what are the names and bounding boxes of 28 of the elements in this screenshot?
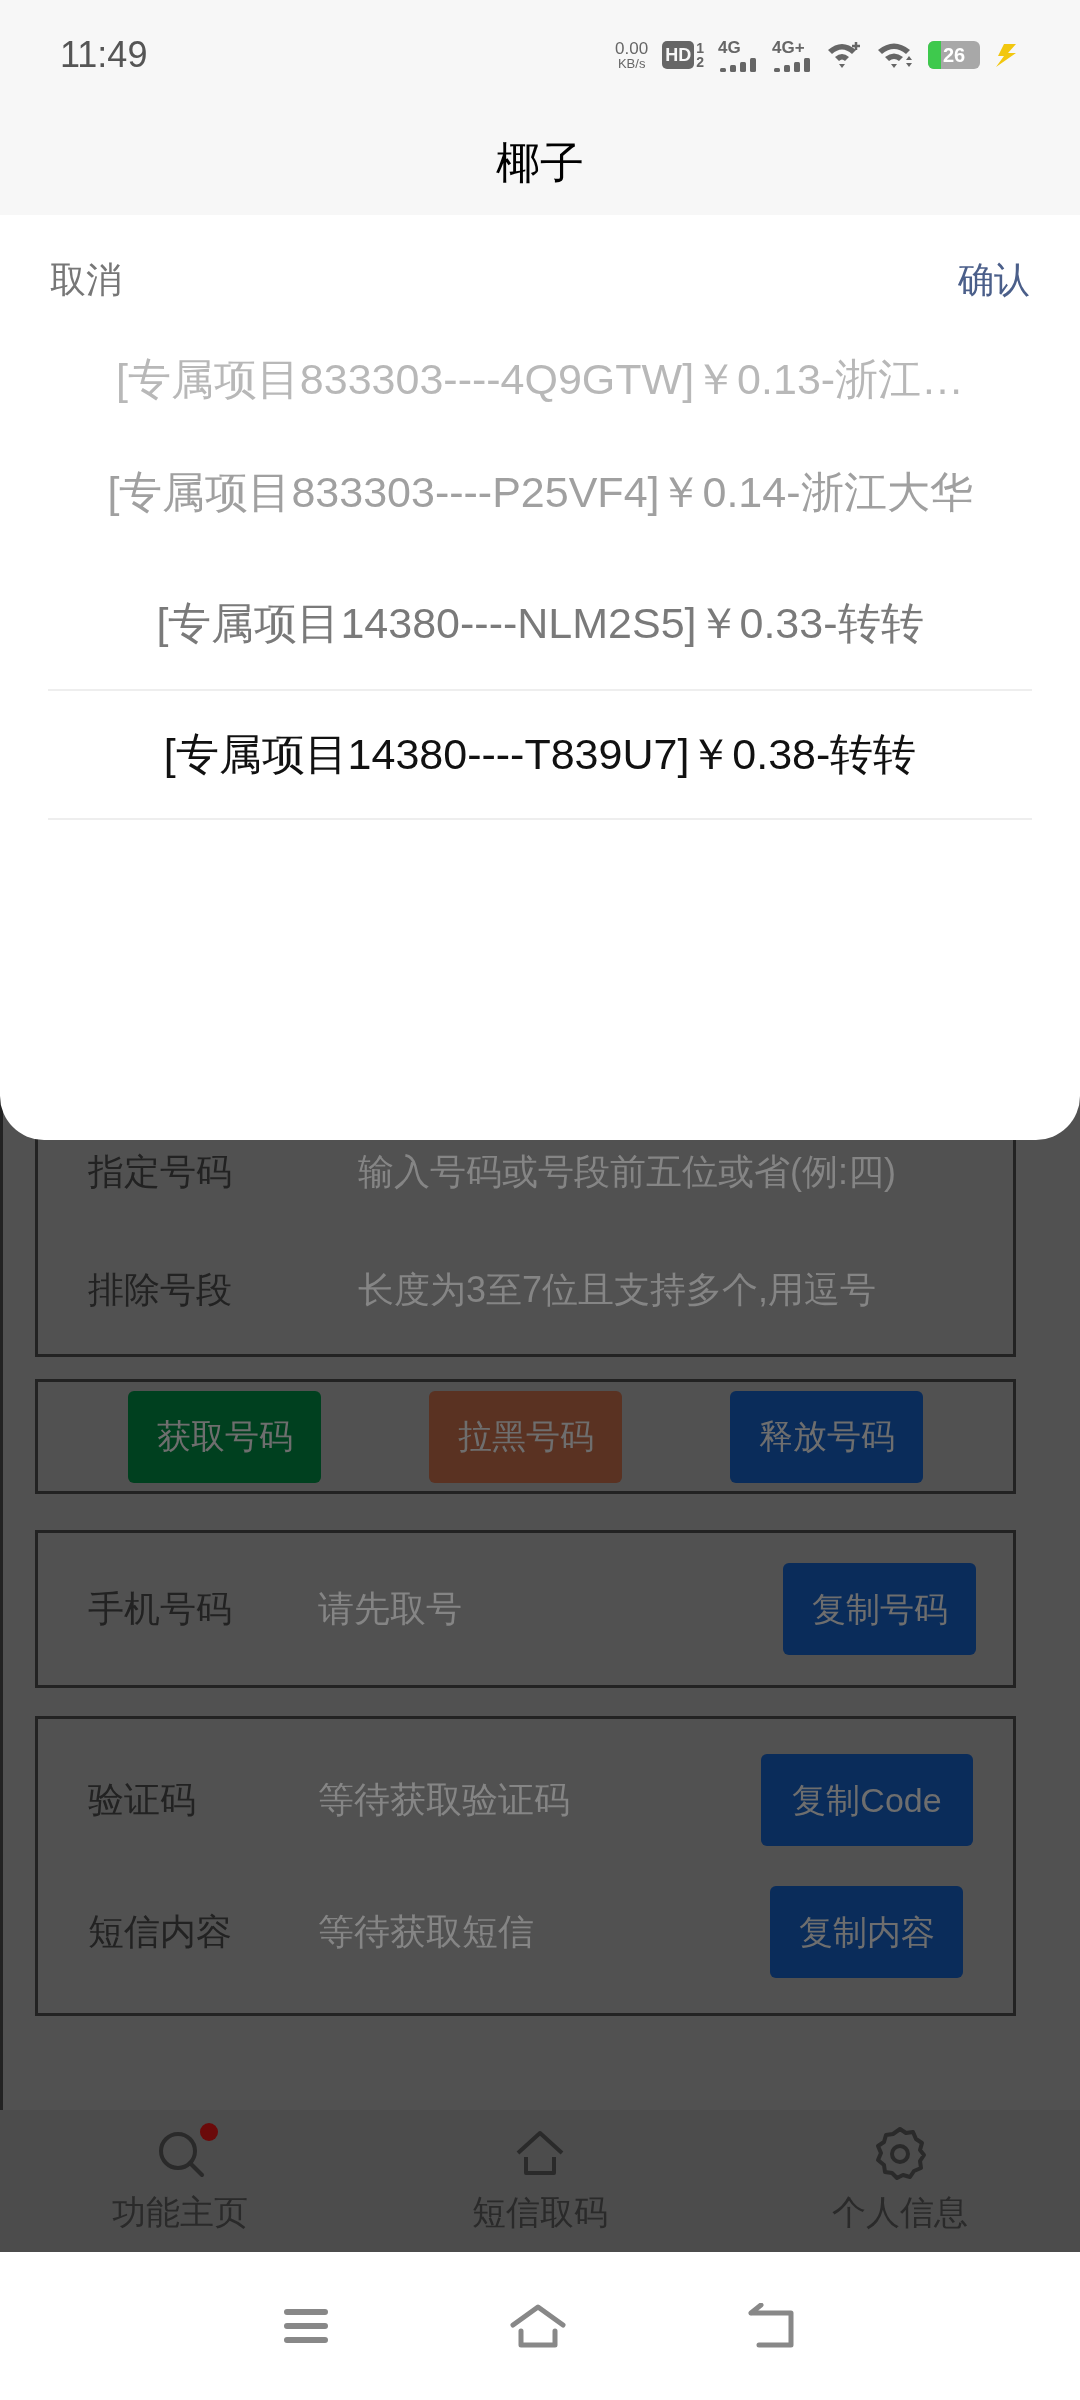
picker-option[interactable]: [专属项目14380----NLM2S5]￥0.33-转转 [156, 591, 924, 656]
home-icon[interactable] [509, 2303, 567, 2349]
copy-button[interactable]: 复制内容 [770, 1886, 963, 1978]
battery-level: 26 [942, 43, 966, 68]
picker-option[interactable]: [专属项目833303----4Q9GTW]￥0.13-浙江… [115, 346, 965, 412]
signal-icon [772, 55, 812, 72]
picker-option[interactable]: [专属项目14380----T839U7]￥0.38-转转 [163, 722, 917, 787]
network-type-label: 4G+ [772, 38, 806, 56]
network-speed: 0.00 [615, 40, 649, 57]
clock-time: 11:49 [60, 33, 148, 77]
action-button[interactable]: 获取号码 [128, 1390, 321, 1483]
wifi-icon [826, 40, 862, 70]
page-title: 椰子 [496, 136, 584, 189]
network-type-label: 4G [718, 38, 742, 56]
sim-slot-number: 1 [696, 41, 704, 55]
sim-slot-number: 2 [696, 55, 704, 69]
back-icon[interactable] [747, 2303, 797, 2349]
copy-button[interactable]: 复制Code [761, 1754, 973, 1846]
network-speed-unit: KB/s [617, 57, 646, 70]
action-button[interactable]: 释放号码 [730, 1390, 923, 1483]
hd-voice-badge: HD [662, 41, 695, 69]
confirm-button[interactable]: 确认 [958, 253, 1030, 307]
signal-icon [718, 55, 758, 72]
menu-icon[interactable] [283, 2307, 329, 2345]
action-button[interactable]: 拉黑号码 [429, 1390, 622, 1483]
cancel-button[interactable]: 取消 [50, 253, 122, 307]
copy-button[interactable]: 复制号码 [783, 1563, 976, 1655]
picker-option[interactable]: [专属项目833303----P25VF4]￥0.14-浙江大华 [107, 460, 973, 525]
